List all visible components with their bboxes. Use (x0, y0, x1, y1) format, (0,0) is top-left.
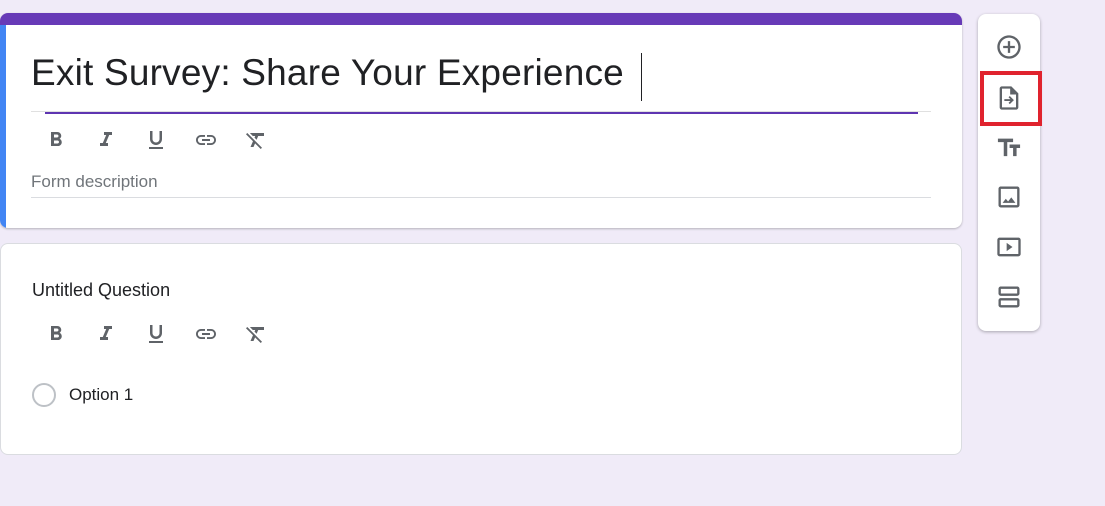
italic-icon (100, 326, 112, 340)
text-caret (641, 53, 642, 101)
add-section-icon (998, 286, 1020, 308)
side-toolbar (978, 14, 1040, 331)
add-image-icon (998, 186, 1020, 208)
italic-icon (100, 132, 112, 146)
add-question-icon (997, 35, 1021, 59)
add-video-icon (997, 237, 1021, 257)
highlight-box (980, 71, 1042, 126)
title-format-toolbar (31, 125, 281, 155)
form-description-input[interactable]: Form description (31, 172, 158, 192)
underline-icon (149, 131, 163, 149)
clear-formatting-icon (246, 133, 264, 149)
clear-formatting-icon (246, 327, 264, 343)
underline-icon (149, 325, 163, 343)
option-radio[interactable] (32, 383, 56, 407)
link-button[interactable] (181, 125, 231, 155)
description-underline (31, 197, 931, 198)
add-video-button[interactable] (978, 222, 1040, 272)
link-icon (196, 135, 216, 145)
bold-button[interactable] (31, 319, 81, 349)
form-title-input[interactable]: Exit Survey: Share Your Experience (31, 52, 624, 94)
add-title-description-button[interactable] (978, 123, 1040, 173)
add-question-button[interactable] (978, 22, 1040, 72)
theme-color-band (0, 13, 962, 25)
question-format-toolbar (31, 319, 281, 349)
bold-button[interactable] (31, 125, 81, 155)
italic-button[interactable] (81, 125, 131, 155)
title-underline-focus (45, 112, 918, 114)
link-icon (196, 329, 216, 339)
clear-formatting-button[interactable] (231, 319, 281, 349)
add-section-button[interactable] (978, 272, 1040, 322)
option-label[interactable]: Option 1 (69, 385, 133, 405)
underline-button[interactable] (131, 319, 181, 349)
italic-button[interactable] (81, 319, 131, 349)
bold-icon (51, 326, 62, 340)
link-button[interactable] (181, 319, 231, 349)
bold-icon (51, 132, 62, 146)
clear-formatting-button[interactable] (231, 125, 281, 155)
form-editor: Exit Survey: Share Your Experience Form … (0, 0, 1105, 506)
question-card[interactable]: Untitled Question Option 1 (0, 243, 962, 455)
form-title-card[interactable] (0, 13, 962, 228)
question-title[interactable]: Untitled Question (32, 280, 170, 301)
underline-button[interactable] (131, 125, 181, 155)
add-image-button[interactable] (978, 172, 1040, 222)
add-title-description-icon (997, 138, 1021, 157)
active-card-indicator (0, 25, 6, 228)
